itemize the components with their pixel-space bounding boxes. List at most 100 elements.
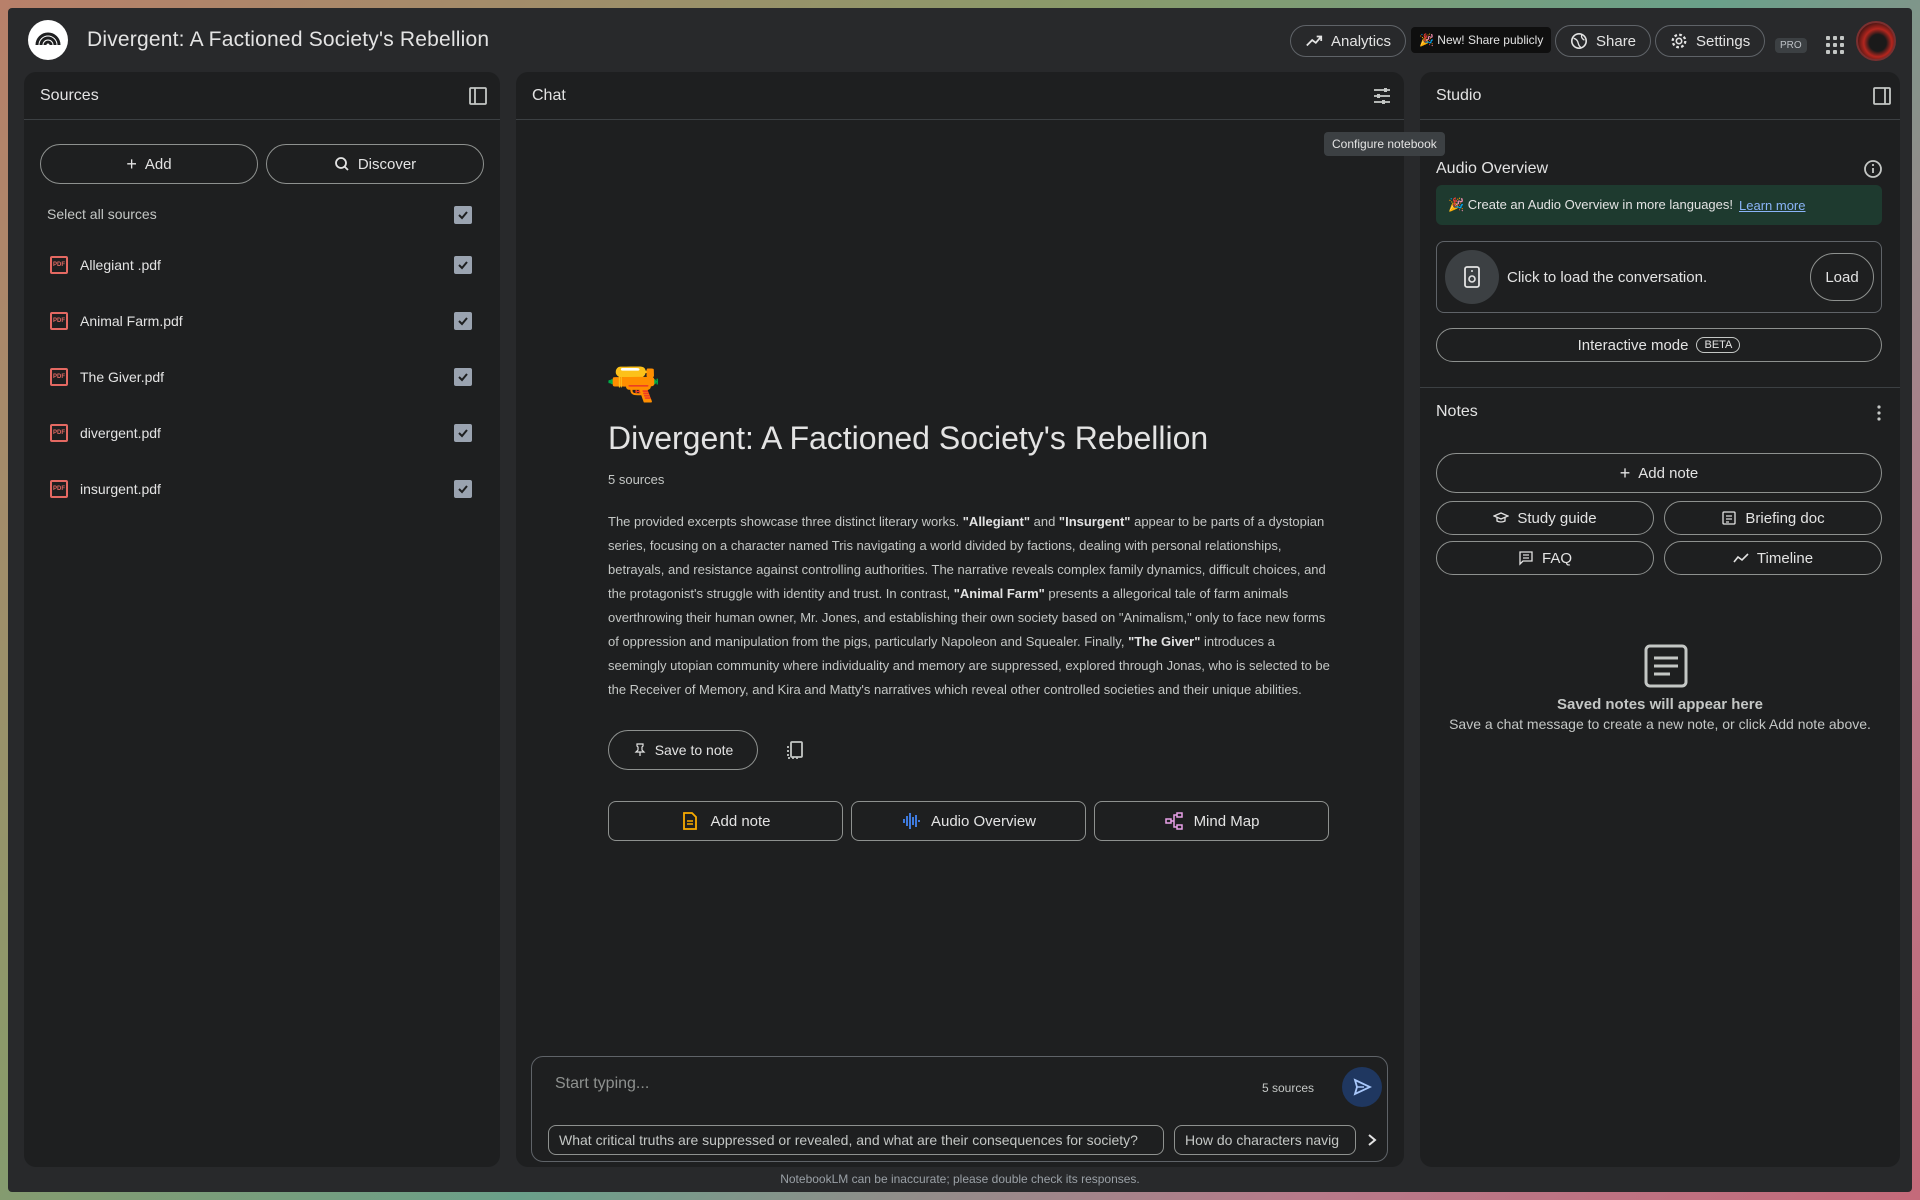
banner-text: 🎉 Create an Audio Overview in more langu… <box>1448 197 1734 212</box>
source-checkbox[interactable] <box>454 312 472 330</box>
source-item[interactable]: PDF divergent.pdf <box>24 413 500 453</box>
tune-icon[interactable] <box>1372 86 1392 106</box>
save-to-note-label: Save to note <box>654 742 734 758</box>
disclaimer-footer: NotebookLM can be inaccurate; please dou… <box>780 1172 1140 1186</box>
share-label: Share <box>1596 32 1637 50</box>
next-suggestions-button[interactable] <box>1359 1127 1385 1153</box>
source-checkbox[interactable] <box>454 368 472 386</box>
learn-more-link[interactable]: Learn more <box>1739 198 1805 213</box>
empty-notes-icon <box>1644 644 1688 688</box>
select-all-checkbox[interactable] <box>454 206 472 224</box>
discover-label: Discover <box>357 155 417 173</box>
source-checkbox[interactable] <box>454 256 472 274</box>
source-checkbox[interactable] <box>454 424 472 442</box>
source-item[interactable]: PDF Allegiant .pdf <box>24 245 500 285</box>
add-note-action-button[interactable]: Add note <box>608 801 843 841</box>
analytics-label: Analytics <box>1331 32 1392 50</box>
source-item[interactable]: PDF insurgent.pdf <box>24 469 500 509</box>
source-name: insurgent.pdf <box>80 481 161 497</box>
audio-overview-action-button[interactable]: Audio Overview <box>851 801 1086 841</box>
summary-bold: "Allegiant" <box>962 514 1030 529</box>
pdf-icon: PDF <box>50 480 68 498</box>
note-icon <box>683 812 698 830</box>
logo-icon <box>35 32 61 46</box>
faq-button[interactable]: FAQ <box>1436 541 1654 575</box>
share-button[interactable]: Share <box>1555 25 1652 57</box>
studio-panel: Studio Audio Overview 🎉 Create an Audio … <box>1420 72 1900 1167</box>
source-checkbox[interactable] <box>454 480 472 498</box>
briefing-doc-icon <box>1722 511 1737 525</box>
add-source-label: Add <box>144 155 172 173</box>
studio-panel-header: Studio <box>1420 72 1900 120</box>
timeline-label: Timeline <box>1756 549 1814 567</box>
briefing-doc-button[interactable]: Briefing doc <box>1664 501 1882 535</box>
empty-notes-subtitle: Save a chat message to create a new note… <box>1449 716 1871 732</box>
analytics-button[interactable]: Analytics <box>1290 25 1407 57</box>
mind-map-action-button[interactable]: Mind Map <box>1094 801 1329 841</box>
study-guide-button[interactable]: Study guide <box>1436 501 1654 535</box>
sources-title: Sources <box>40 87 99 104</box>
check-icon <box>458 373 468 382</box>
graduation-cap-icon <box>1493 512 1510 523</box>
empty-notes-title: Saved notes will appear here <box>1557 696 1763 713</box>
chat-input-placeholder[interactable]: Start typing... <box>555 1075 649 1093</box>
load-button[interactable]: Load <box>1810 253 1874 301</box>
add-note-label: Add note <box>1638 464 1699 482</box>
info-icon[interactable] <box>1863 159 1883 179</box>
gear-icon <box>1671 33 1687 49</box>
source-name: Allegiant .pdf <box>80 257 161 273</box>
check-icon <box>458 211 468 220</box>
notebook-title[interactable]: Divergent: A Factioned Society's Rebelli… <box>87 28 489 52</box>
settings-button[interactable]: Settings <box>1655 25 1766 57</box>
pin-icon <box>634 743 646 756</box>
summary-bold: "Insurgent" <box>1058 514 1131 529</box>
languages-banner: 🎉 Create an Audio Overview in more langu… <box>1436 185 1882 225</box>
audio-overview-title: Audio Overview <box>1436 160 1549 177</box>
send-button[interactable] <box>1342 1067 1382 1107</box>
collapse-panel-icon[interactable] <box>468 86 488 106</box>
check-icon <box>458 485 468 494</box>
plus-icon: + <box>1619 462 1631 483</box>
discover-button[interactable]: Discover <box>266 144 484 184</box>
pdf-icon: PDF <box>50 312 68 330</box>
faq-icon <box>1519 551 1533 566</box>
mind-map-action-label: Mind Map <box>1193 812 1260 830</box>
chat-panel: Chat 🔫 Divergent: A Factioned Society's … <box>516 72 1404 1167</box>
copy-icon[interactable] <box>784 739 806 761</box>
user-avatar[interactable] <box>1856 21 1896 61</box>
source-name: divergent.pdf <box>80 425 161 441</box>
studio-divider <box>1420 387 1900 388</box>
trending-up-icon <box>1306 35 1323 47</box>
chevron-right-icon <box>1368 1134 1377 1146</box>
briefing-doc-label: Briefing doc <box>1745 509 1825 527</box>
pdf-icon: PDF <box>50 368 68 386</box>
audio-card-text: Click to load the conversation. <box>1507 269 1708 286</box>
interactive-mode-label: Interactive mode <box>1577 336 1689 354</box>
add-note-action-label: Add note <box>710 812 771 830</box>
summary-bold: "The Giver" <box>1128 634 1201 649</box>
timeline-button[interactable]: Timeline <box>1664 541 1882 575</box>
add-note-button[interactable]: + Add note <box>1436 453 1882 493</box>
add-source-button[interactable]: + Add <box>40 144 258 184</box>
chat-input-box[interactable]: Start typing... 5 sources What critical … <box>531 1056 1388 1162</box>
notebooklm-logo[interactable] <box>28 20 68 60</box>
source-item[interactable]: PDF The Giver.pdf <box>24 357 500 397</box>
notebook-emoji: 🔫 <box>606 359 661 408</box>
speaker-icon <box>1445 250 1499 304</box>
summary-text: and <box>1030 514 1059 529</box>
check-icon <box>458 429 468 438</box>
save-to-note-button[interactable]: Save to note <box>608 730 758 770</box>
audio-overview-action-label: Audio Overview <box>930 812 1037 830</box>
more-vert-icon[interactable] <box>1876 404 1882 422</box>
summary-bold: "Animal Farm" <box>953 586 1045 601</box>
suggestion-chip[interactable]: What critical truths are suppressed or r… <box>548 1125 1164 1155</box>
interactive-mode-button[interactable]: Interactive mode BETA <box>1436 328 1882 362</box>
collapse-panel-icon[interactable] <box>1872 86 1892 106</box>
new-share-publicly-badge[interactable]: 🎉 New! Share publicly <box>1411 27 1552 53</box>
audio-overview-card: Click to load the conversation. Load <box>1436 241 1882 313</box>
source-item[interactable]: PDF Animal Farm.pdf <box>24 301 500 341</box>
google-apps-icon[interactable] <box>1826 36 1844 54</box>
suggestion-chip[interactable]: How do characters navig <box>1174 1125 1356 1155</box>
top-header: Divergent: A Factioned Society's Rebelli… <box>8 8 1912 72</box>
chat-title: Chat <box>532 87 566 104</box>
